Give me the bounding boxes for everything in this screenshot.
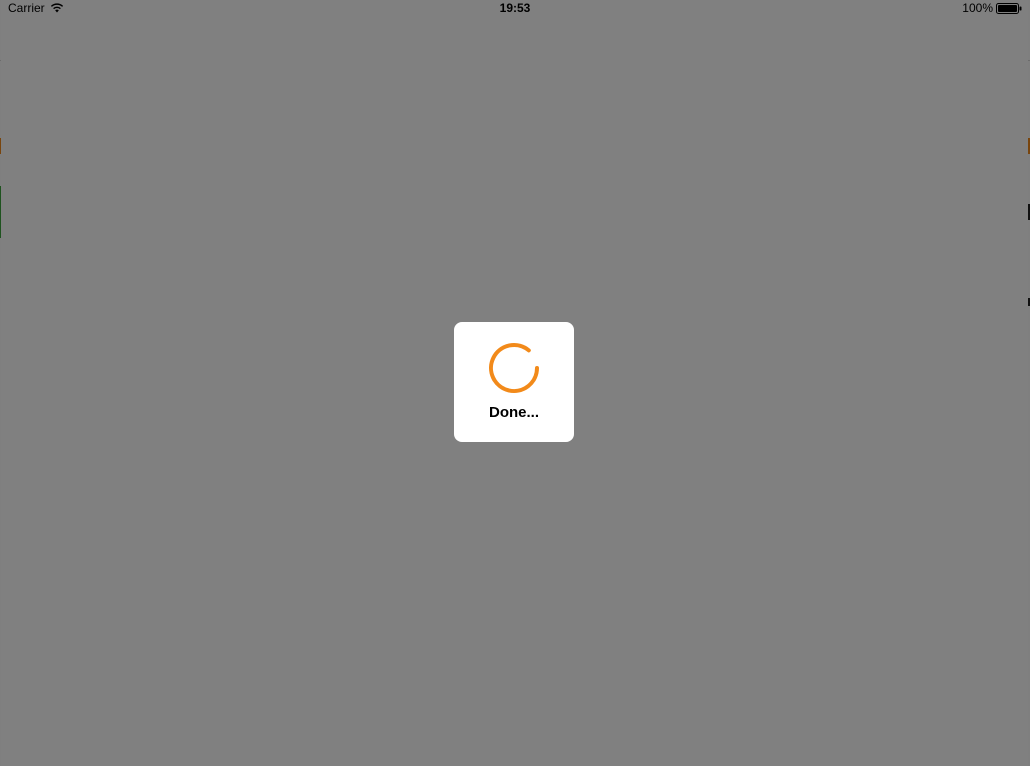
battery-percentage: 100% — [962, 1, 993, 15]
status-time: 19:53 — [499, 1, 531, 15]
status-bar: Carrier 19:53 100% — [0, 0, 1030, 18]
battery-icon — [996, 2, 1022, 14]
progress-hud: Done... — [454, 322, 574, 442]
spinner-icon — [488, 342, 540, 394]
battery-indicator: 100% — [962, 1, 1022, 15]
screen: Carrier 19:53 100% Done... — [0, 0, 1030, 766]
hud-status-label: Done... — [488, 404, 539, 421]
